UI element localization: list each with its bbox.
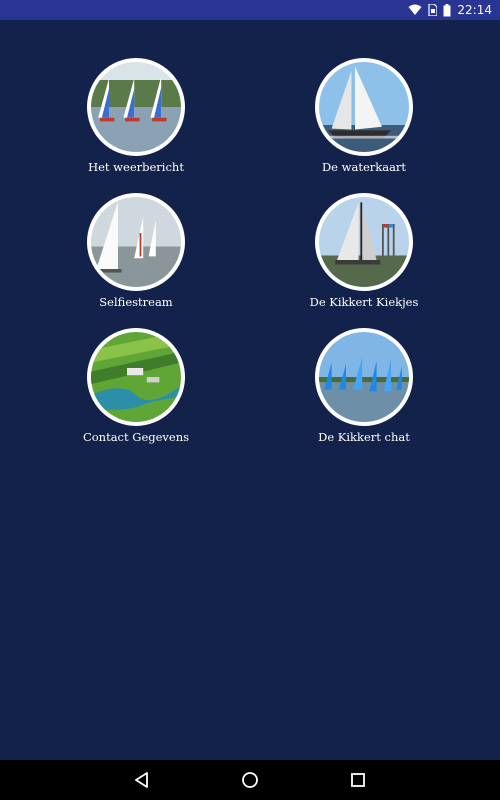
tile-water-map[interactable]: De waterkaart (272, 58, 500, 193)
main-content: Het weerbericht De waterkaart Selfiestre… (0, 20, 500, 760)
tile-label: De waterkaart (321, 160, 407, 174)
tile-photos[interactable]: De Kikkert Kiekjes (272, 193, 500, 328)
recents-icon[interactable] (347, 769, 369, 791)
sim-card-icon (428, 4, 438, 16)
tile-selfiestream[interactable]: Selfiestream (0, 193, 272, 328)
tile-label: Contact Gegevens (82, 430, 190, 444)
wifi-icon (408, 4, 422, 16)
tile-label: De Kikkert Kiekjes (309, 295, 419, 309)
selfiestream-photo[interactable] (87, 193, 185, 291)
tile-chat[interactable]: De Kikkert chat (272, 328, 500, 463)
tile-label: De Kikkert chat (318, 430, 410, 444)
menu-grid: Het weerbericht De waterkaart Selfiestre… (0, 58, 500, 463)
battery-icon (443, 3, 451, 17)
contact-photo[interactable] (87, 328, 185, 426)
chat-photo[interactable] (315, 328, 413, 426)
water-map-photo[interactable] (315, 58, 413, 156)
status-time: 22:14 (457, 3, 492, 17)
tile-label: Selfiestream (99, 295, 173, 309)
status-bar: 22:14 (0, 0, 500, 20)
weather-photo[interactable] (87, 58, 185, 156)
navigation-bar (0, 760, 500, 800)
back-icon[interactable] (131, 769, 153, 791)
home-icon[interactable] (239, 769, 261, 791)
photos-photo[interactable] (315, 193, 413, 291)
tile-weather[interactable]: Het weerbericht (0, 58, 272, 193)
tile-contact[interactable]: Contact Gegevens (0, 328, 272, 463)
tile-label: Het weerbericht (88, 160, 184, 174)
